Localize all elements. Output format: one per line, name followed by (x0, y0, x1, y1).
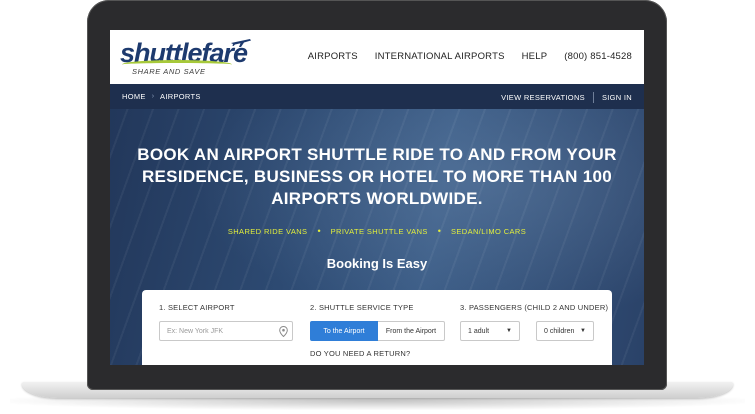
account-links: VIEW RESERVATIONS SIGN IN (501, 92, 632, 103)
booking-form: 1. SELECT AIRPORT 2. SHUTTLE SERVICE TYP… (142, 290, 612, 365)
from-the-airport-button[interactable]: From the Airport (378, 321, 445, 341)
sign-in-link[interactable]: SIGN IN (602, 93, 632, 102)
service-separator: • (317, 226, 321, 236)
service-separator: • (437, 226, 441, 236)
map-pin-icon (279, 326, 288, 337)
airport-search-input[interactable] (159, 321, 293, 341)
breadcrumb-separator: › (151, 93, 155, 100)
caret-down-icon: ▼ (506, 328, 512, 334)
headline-line: BOOK AN AIRPORT SHUTTLE RIDE TO AND FROM… (137, 145, 617, 164)
service-sedan-limo-cars: SEDAN/LIMO CARS (450, 226, 527, 236)
nav-help[interactable]: HELP (522, 51, 548, 62)
adults-value: 1 adult (468, 327, 490, 335)
children-value: 0 children (544, 327, 575, 335)
service-type-label: 2. SHUTTLE SERVICE TYPE (310, 303, 414, 312)
nav-phone-number[interactable]: (800) 851-4528 (564, 51, 632, 62)
direction-toggle: To the Airport From the Airport (310, 321, 445, 341)
hero-headline: BOOK AN AIRPORT SHUTTLE RIDE TO AND FROM… (130, 144, 624, 210)
sub-navigation-bar: HOME › AIRPORTS VIEW RESERVATIONS SIGN I… (110, 84, 644, 109)
service-private-shuttle-vans: PRIVATE SHUTTLE VANS (330, 226, 428, 236)
logo-tagline: SHARE AND SAVE (132, 67, 206, 76)
passengers-label: 3. PASSENGERS (CHILD 2 AND UNDER) (460, 303, 609, 312)
nav-airports[interactable]: AIRPORTS (308, 51, 358, 62)
children-select[interactable]: 0 children ▼ (536, 321, 594, 341)
headline-line: RESIDENCE, BUSINESS OR HOTEL TO MORE THA… (141, 167, 613, 186)
to-the-airport-button[interactable]: To the Airport (310, 321, 378, 341)
main-nav: AIRPORTS INTERNATIONAL AIRPORTS HELP (80… (308, 51, 632, 62)
hero-section: HOME › AIRPORTS VIEW RESERVATIONS SIGN I… (110, 84, 644, 365)
breadcrumb: HOME › AIRPORTS (122, 92, 201, 101)
select-airport-label: 1. SELECT AIRPORT (159, 303, 235, 312)
view-reservations-link[interactable]: VIEW RESERVATIONS (501, 93, 585, 102)
plane-icon (231, 39, 251, 47)
service-types: SHARED RIDE VANS • PRIVATE SHUTTLE VANS … (110, 226, 644, 236)
nav-international-airports[interactable]: INTERNATIONAL AIRPORTS (375, 51, 505, 62)
browser-screen: shuttlefare SHARE AND SAVE AIRPORTS INTE… (110, 30, 644, 365)
account-divider (592, 92, 594, 103)
breadcrumb-airports[interactable]: AIRPORTS (160, 92, 201, 101)
breadcrumb-home[interactable]: HOME (122, 92, 146, 101)
booking-title: Booking Is Easy (326, 256, 428, 271)
site-header: shuttlefare SHARE AND SAVE AIRPORTS INTE… (110, 30, 644, 84)
caret-down-icon: ▼ (580, 328, 586, 334)
adults-select[interactable]: 1 adult ▼ (460, 321, 520, 341)
shuttlefare-logo[interactable]: shuttlefare SHARE AND SAVE (120, 36, 255, 78)
headline-line: AIRPORTS WORLDWIDE. (271, 189, 483, 208)
service-shared-ride-vans: SHARED RIDE VANS (227, 226, 308, 236)
return-question-label: DO YOU NEED A RETURN? (310, 349, 411, 358)
